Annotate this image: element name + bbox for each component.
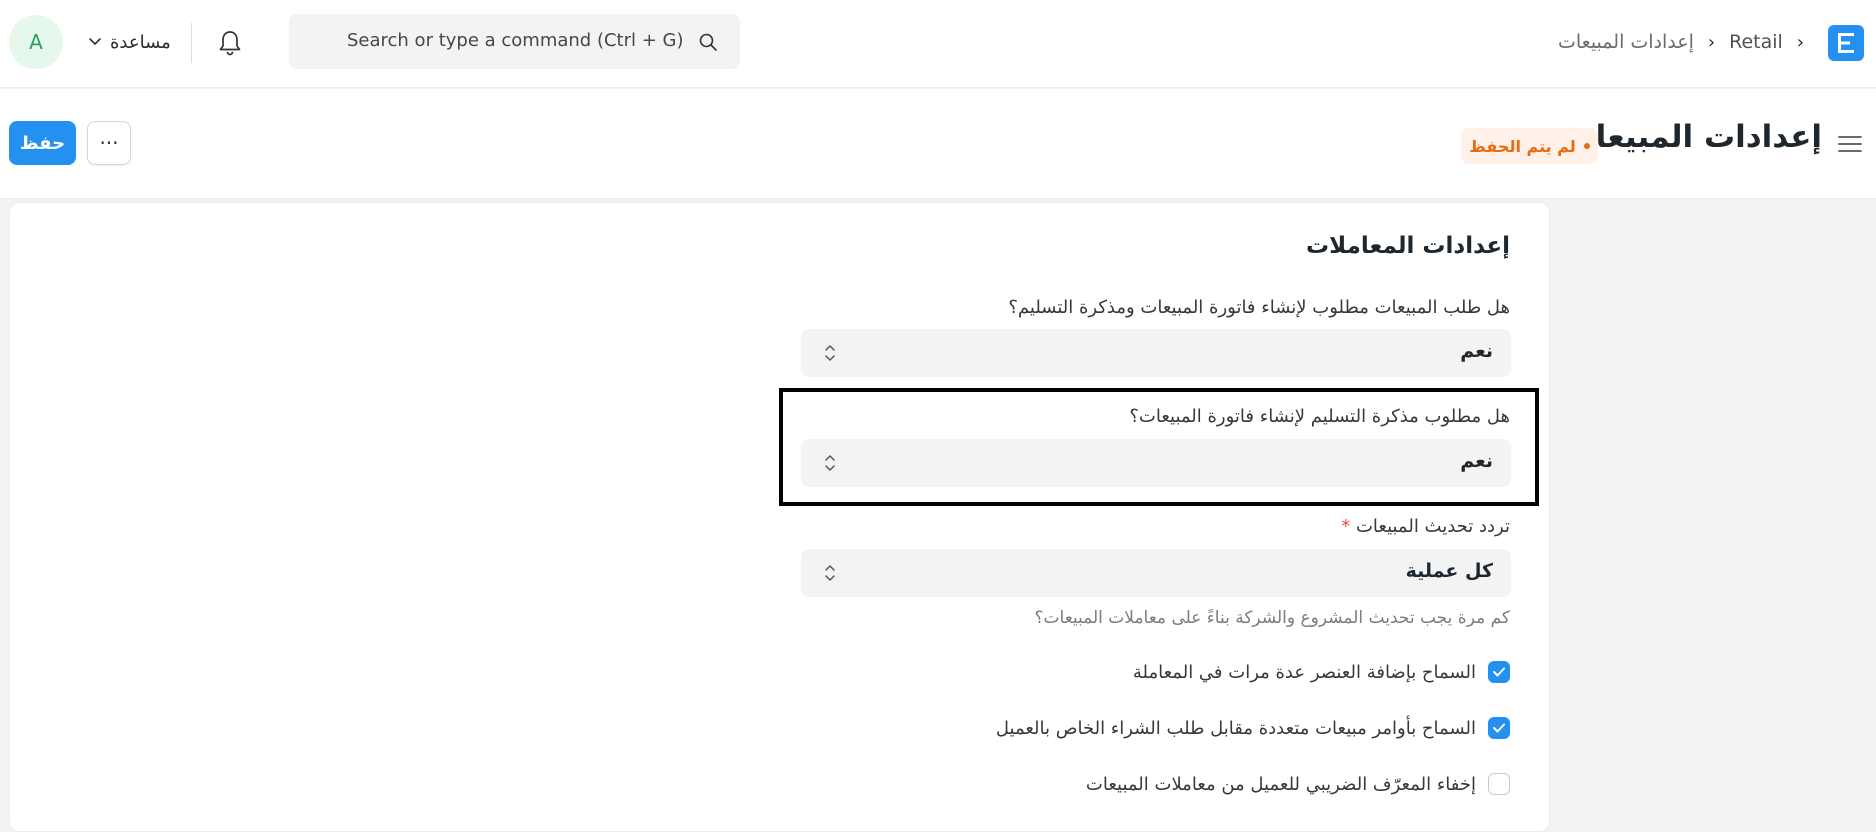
so-required-value: نعم (1460, 340, 1493, 362)
dn-required-value: نعم (1460, 450, 1493, 472)
checkbox-row-allow-multiple-items[interactable]: السماح بإضافة العنصر عدة مرات في المعامل… (1133, 660, 1510, 684)
page-title: إعدادات المبيعات (1564, 119, 1822, 155)
checkbox-label: السماح بإضافة العنصر عدة مرات في المعامل… (1132, 661, 1476, 683)
update-frequency-label: تردد تحديث المبيعات * (1341, 516, 1510, 537)
chevron-down-icon (89, 38, 101, 45)
so-required-select[interactable]: نعم (801, 329, 1511, 377)
select-arrows-icon (825, 565, 835, 581)
breadcrumb-selling-settings[interactable]: إعدادات المبيعات (1558, 31, 1694, 53)
erpnext-logo-icon (1838, 33, 1854, 53)
breadcrumb-separator-icon: ‹ (1707, 31, 1716, 53)
checkmark-icon (1493, 723, 1505, 733)
checkbox-label: إخفاء المعرّف الضريبي للعميل من معاملات … (1085, 773, 1476, 795)
notification-bell-icon[interactable] (215, 28, 245, 58)
navbar-divider (191, 23, 192, 63)
breadcrumb: ‹ Retail ‹ إعدادات المبيعات (1558, 26, 1804, 58)
update-frequency-label-text: تردد تحديث المبيعات (1355, 516, 1510, 537)
breadcrumb-retail[interactable]: Retail (1729, 31, 1783, 53)
required-mark: * (1341, 516, 1351, 537)
so-required-label: هل طلب المبيعات مطلوب لإنشاء فاتورة المب… (1008, 297, 1510, 318)
search-bar[interactable]: Search or type a command (Ctrl + G) (289, 14, 740, 69)
sidebar-toggle-icon[interactable] (1838, 134, 1862, 154)
update-frequency-select[interactable]: كل عملية (801, 549, 1511, 597)
save-button[interactable]: حفظ (9, 121, 76, 165)
checkmark-icon (1493, 667, 1505, 677)
section-title: إعدادات المعاملات (1306, 233, 1510, 259)
breadcrumb-separator-icon: ‹ (1796, 31, 1804, 53)
checkbox-multiple-sales-orders[interactable] (1488, 717, 1510, 739)
checkbox-row-hide-tax-id[interactable]: إخفاء المعرّف الضريبي للعميل من معاملات … (1086, 772, 1510, 796)
update-frequency-value: كل عملية (1405, 560, 1493, 582)
search-icon (699, 33, 717, 51)
update-frequency-description: كم مرة يجب تحديث المشروع والشركة بناءً ع… (1034, 608, 1511, 628)
checkbox-label: السماح بأوامر مبيعات متعددة مقابل طلب ال… (995, 717, 1476, 739)
status-badge-label: لم يتم الحفظ (1469, 136, 1576, 156)
form-card: إعدادات المعاملات هل طلب المبيعات مطلوب … (9, 202, 1550, 832)
more-actions-button[interactable]: ··· (87, 121, 131, 165)
help-label: مساعدة (110, 31, 171, 53)
search-placeholder: Search or type a command (Ctrl + G) (347, 30, 684, 51)
select-arrows-icon (825, 455, 835, 471)
top-navbar: ‹ Retail ‹ إعدادات المبيعات Search or ty… (0, 0, 1876, 88)
avatar-letter: A (29, 30, 43, 54)
status-badge: لم يتم الحفظ (1461, 128, 1598, 164)
dn-required-select[interactable]: نعم (801, 439, 1511, 487)
status-dot-icon (1583, 143, 1590, 149)
help-dropdown[interactable]: مساعدة (88, 26, 171, 58)
dn-required-label: هل مطلوب مذكرة التسليم لإنشاء فاتورة الم… (1129, 406, 1510, 427)
checkbox-row-multiple-sales-orders[interactable]: السماح بأوامر مبيعات متعددة مقابل طلب ال… (996, 716, 1510, 740)
save-button-label: حفظ (19, 132, 66, 154)
page-header: إعدادات المبيعات لم يتم الحفظ ··· حفظ (0, 89, 1876, 199)
checkbox-hide-tax-id[interactable] (1488, 773, 1510, 795)
select-arrows-icon (825, 345, 835, 361)
avatar[interactable]: A (9, 15, 63, 69)
app-logo[interactable] (1828, 25, 1864, 61)
checkbox-allow-multiple-items[interactable] (1488, 661, 1510, 683)
more-actions-label: ··· (99, 131, 119, 155)
